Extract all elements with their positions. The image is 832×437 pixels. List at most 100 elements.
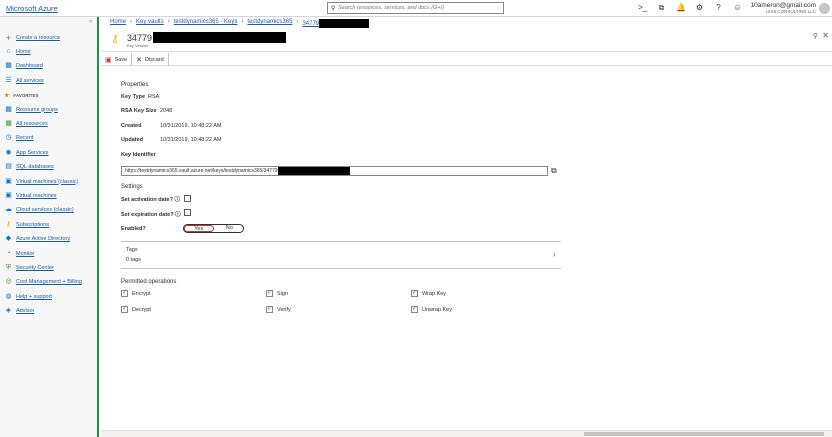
sidebar-item-recent[interactable]: ◷ Recent xyxy=(4,133,33,144)
sidebar-item-cloud-services-classic[interactable]: ☁ Cloud services (classic) xyxy=(4,205,74,216)
checkbox-icon[interactable]: ✓ xyxy=(266,306,273,313)
save-button[interactable]: ▣ Save xyxy=(101,53,133,66)
sidebar-item-security-center[interactable]: ⛨ Security Center xyxy=(4,262,54,273)
key-type-label: Key Type xyxy=(121,94,146,100)
sidebar-item-cost-management-billing[interactable]: ◎ Cost Management + Billing xyxy=(4,277,82,288)
sidebar-item-label: All services xyxy=(16,77,44,84)
permission-wrap-key[interactable]: ✓ Wrap Key xyxy=(411,290,446,297)
sidebar-item-subscriptions[interactable]: ⚷ Subscriptions xyxy=(4,219,49,230)
help-icon[interactable]: ? xyxy=(714,3,723,13)
save-icon: ▣ xyxy=(105,56,112,64)
search-input[interactable] xyxy=(338,5,498,11)
star-icon: ★ xyxy=(4,93,10,99)
copy-icon[interactable]: ⧉ xyxy=(551,166,557,176)
avatar[interactable] xyxy=(819,3,830,14)
permission-label: Unwrap Key xyxy=(422,306,452,313)
advisor-icon: ◈ xyxy=(5,307,12,315)
key-identifier-value: https://testdynamics365.vault.azure.net/… xyxy=(125,168,278,174)
divider xyxy=(121,268,561,269)
page-subtitle: Key Version xyxy=(127,43,149,48)
sidebar-item-label: Recent xyxy=(16,135,34,142)
key-icon: ⚷ xyxy=(111,33,120,45)
sidebar-item-all-resources[interactable]: ▦ All resources xyxy=(4,118,48,129)
favorites-label: FAVORITES xyxy=(13,93,39,98)
created-value: 10/31/2019, 10:48:22 AM xyxy=(160,123,222,129)
enabled-no-option[interactable]: No xyxy=(216,225,244,232)
checkbox-icon[interactable]: ✓ xyxy=(411,306,418,313)
sidebar-item-label: Advisor xyxy=(16,308,35,315)
checkbox-icon[interactable]: ✓ xyxy=(266,290,273,297)
discard-button[interactable]: ✕ Discard xyxy=(132,53,169,66)
created-label: Created xyxy=(121,123,142,129)
recent-icon: ◷ xyxy=(5,134,12,142)
notifications-icon[interactable]: 🔔 xyxy=(676,3,686,13)
sidebar-item-label: Cost Management + Billing xyxy=(16,279,82,286)
collapse-sidebar-button[interactable]: « xyxy=(89,19,92,25)
top-bar: Microsoft Azure ⚲ >_ ⧉ 🔔 ⚙? ☺ 10ameron@gmail… xyxy=(0,0,832,17)
feedback-icon[interactable]: ☺ xyxy=(733,3,742,13)
key-size-value: 2048 xyxy=(160,108,173,114)
permission-decrypt[interactable]: ✓ Decrypt xyxy=(121,306,151,313)
info-icon: ⓘ xyxy=(175,212,181,218)
sidebar-item-virtual-machines-classic[interactable]: ▣ Virtual machines (classic) xyxy=(4,176,78,187)
sidebar-item-virtual-machines[interactable]: ▣ Virtual machines xyxy=(4,190,56,201)
breadcrumb-key-vaults[interactable]: Key vaults xyxy=(136,19,164,28)
chevron-right-icon[interactable]: › xyxy=(553,250,556,259)
sidebar-item-help-support[interactable]: ◍ Help + support xyxy=(4,291,52,302)
sidebar-item-label: Cloud services (classic) xyxy=(16,207,74,214)
resource-groups-icon: ▦ xyxy=(5,105,12,113)
sidebar-item-azure-active-directory[interactable]: ◆ Azure Active Directory xyxy=(4,234,70,245)
sidebar-item-resource-groups[interactable]: ▦ Resource groups xyxy=(4,104,58,115)
enabled-yes-option[interactable]: Yes xyxy=(184,225,214,232)
command-bar: ▣ Save ✕ Discard xyxy=(101,51,832,66)
account-info[interactable]: 10ameron@gmail.com UIS5 CONSULTING LLC xyxy=(751,2,817,14)
global-search[interactable]: ⚲ xyxy=(327,2,504,14)
breadcrumb-vault-keys[interactable]: testdynamics365 - Keys xyxy=(174,19,238,28)
permission-unwrap-key[interactable]: ✓ Unwrap Key xyxy=(411,306,452,313)
sidebar-item-sql-databases[interactable]: ▤ SQL databases xyxy=(4,162,54,173)
checkbox-icon[interactable]: ✓ xyxy=(411,290,418,297)
permission-label: Wrap Key xyxy=(422,290,447,297)
scrollbar-thumb[interactable] xyxy=(584,432,824,436)
settings-icon[interactable]: ⚙ xyxy=(695,3,704,13)
expiration-checkbox[interactable] xyxy=(184,209,191,216)
breadcrumb-home[interactable]: Home xyxy=(110,19,126,28)
brand-link[interactable]: Microsoft Azure xyxy=(6,4,58,13)
horizontal-scrollbar[interactable] xyxy=(101,430,832,437)
sidebar-item-app-services[interactable]: ◉ App Services xyxy=(4,147,48,158)
discard-icon: ✕ xyxy=(136,56,143,64)
permitted-operations-title: Permitted operations xyxy=(121,279,177,285)
updated-label: Updated xyxy=(121,137,143,143)
cloud-services-icon: ☁ xyxy=(5,206,12,214)
permission-verify[interactable]: ✓ Verify xyxy=(266,306,291,313)
pin-icon[interactable]: ⚲ xyxy=(813,32,818,40)
key-identifier-field[interactable]: https://testdynamics365.vault.azure.net/… xyxy=(121,166,548,176)
sidebar-item-label: Resource groups xyxy=(16,106,58,113)
sidebar-item-advisor[interactable]: ◈ Advisor xyxy=(4,306,35,317)
directory-filter-icon[interactable]: ⧉ xyxy=(657,3,666,13)
permission-label: Verify xyxy=(277,306,291,313)
sidebar-item-label: Home xyxy=(16,48,31,55)
sidebar-item-create-resource[interactable]: + Create a resource xyxy=(4,32,60,43)
cloud-shell-icon[interactable]: >_ xyxy=(638,3,647,13)
breadcrumb-vault[interactable]: testdynamics365 xyxy=(247,19,292,28)
permission-sign[interactable]: ✓ Sign xyxy=(266,290,288,297)
sidebar-item-all-services[interactable]: ☰ All services xyxy=(4,75,44,86)
breadcrumb: Home › Key vaults › testdynamics365 - Ke… xyxy=(110,19,370,28)
breadcrumb-key-label: 34779 xyxy=(302,21,320,28)
security-center-icon: ⛨ xyxy=(5,263,12,271)
sidebar-item-monitor[interactable]: ◔ Monitor xyxy=(4,248,34,259)
sidebar: « + Create a resource ⌂ Home ▦ Dashboard… xyxy=(0,17,99,437)
permission-encrypt[interactable]: ✓ Encrypt xyxy=(121,290,151,297)
enabled-toggle[interactable]: Yes No xyxy=(183,224,244,233)
close-icon[interactable]: ✕ xyxy=(822,31,829,40)
home-icon: ⌂ xyxy=(6,47,11,55)
checkbox-icon[interactable]: ✓ xyxy=(121,306,128,313)
checkbox-icon[interactable]: ✓ xyxy=(121,290,128,297)
sidebar-item-home[interactable]: ⌂ Home xyxy=(4,46,31,57)
activation-checkbox[interactable] xyxy=(184,195,191,202)
sidebar-item-label: Help + support xyxy=(16,293,52,300)
blade-header: ⚷ 34779 Key Version ⚲ ✕ xyxy=(101,29,832,50)
breadcrumb-key[interactable]: 34779 xyxy=(302,19,370,28)
sidebar-item-dashboard[interactable]: ▦ Dashboard xyxy=(4,60,43,71)
